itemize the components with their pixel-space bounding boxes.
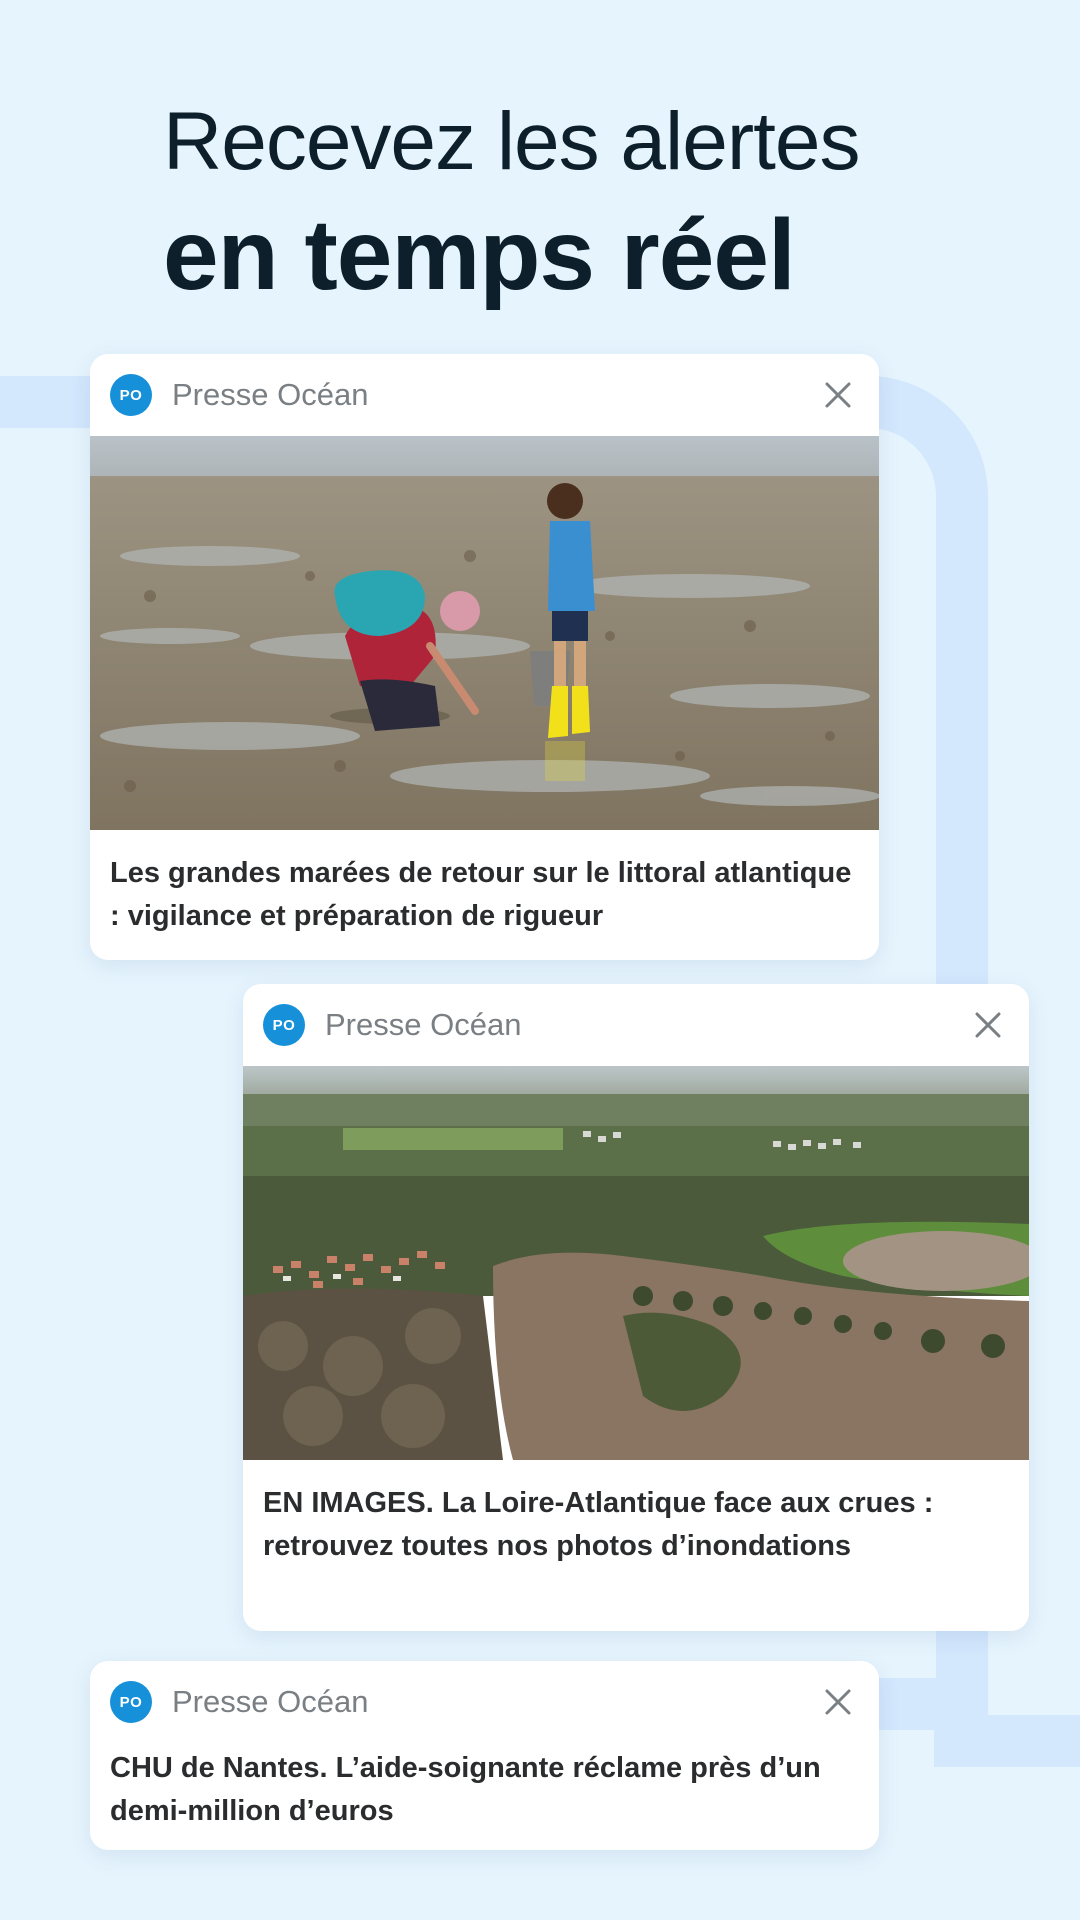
notification-text: EN IMAGES. La Loire-Atlantique face aux … (263, 1487, 934, 1562)
notification-image (90, 436, 879, 830)
notification-card[interactable]: PO Presse Océan (243, 984, 1029, 1631)
notification-header: PO Presse Océan (90, 1661, 879, 1743)
app-logo: PO (110, 1681, 152, 1723)
headline-line-1: Recevez les alertes (163, 96, 861, 187)
app-logo: PO (263, 1004, 305, 1046)
notification-header: PO Presse Océan (90, 354, 879, 436)
notification-image (243, 1066, 1029, 1460)
app-logo: PO (110, 374, 152, 416)
close-icon[interactable] (819, 376, 857, 414)
headline: Recevez les alertes en temps réel (163, 92, 861, 311)
notification-text: CHU de Nantes. L’aide-soignante réclame … (110, 1752, 821, 1827)
source-name: Presse Océan (325, 1007, 522, 1042)
notification-text: Les grandes marées de retour sur le litt… (110, 857, 852, 932)
close-icon[interactable] (969, 1006, 1007, 1044)
headline-line-2: en temps réel (163, 199, 796, 311)
notification-header: PO Presse Océan (243, 984, 1029, 1066)
notification-card[interactable]: PO Presse Océan (90, 354, 879, 960)
connector-track (934, 1715, 1080, 1767)
close-icon[interactable] (819, 1683, 857, 1721)
source-name: Presse Océan (172, 377, 369, 412)
notification-card[interactable]: PO Presse Océan CHU de Nantes. L’aide-so… (90, 1661, 879, 1850)
source-name: Presse Océan (172, 1684, 369, 1719)
